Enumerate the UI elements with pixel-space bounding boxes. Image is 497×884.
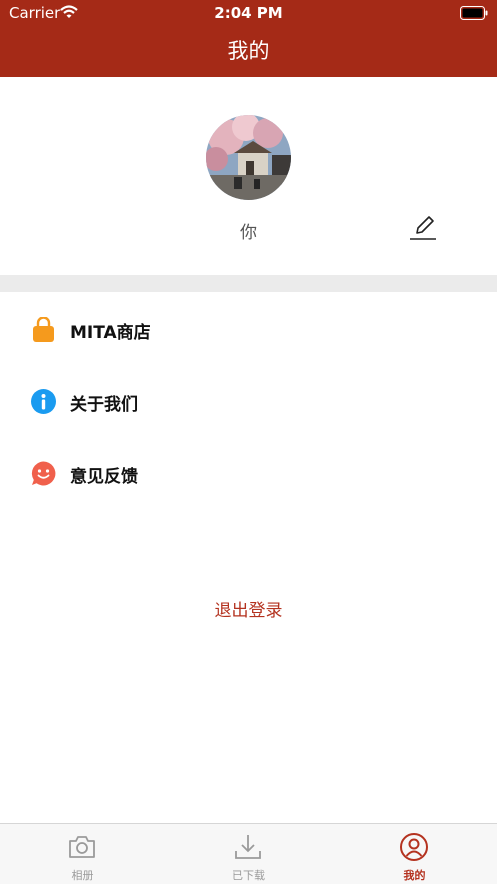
info-icon (31, 389, 56, 414)
user-circle-icon (399, 832, 429, 862)
menu-item-mita-store[interactable]: MITA商店 (0, 305, 497, 353)
camera-icon (67, 832, 97, 862)
battery-icon (460, 5, 488, 24)
logout-button[interactable]: 退出登录 (0, 596, 497, 621)
shopping-bag-icon (31, 316, 56, 342)
feedback-smile-icon (31, 461, 56, 486)
tab-downloaded[interactable]: 已下载 (166, 824, 331, 884)
download-icon (233, 832, 263, 862)
nav-bar: Carrier 2:04 PM 我的 (0, 0, 497, 77)
tab-label: 已下载 (232, 869, 265, 882)
profile-header: 你 (0, 77, 497, 275)
section-divider (0, 275, 497, 292)
menu-item-label: 意见反馈 (70, 467, 138, 487)
tab-album[interactable]: 相册 (0, 824, 165, 884)
avatar[interactable] (206, 115, 291, 200)
status-time: 2:04 PM (214, 4, 283, 22)
menu-item-about-us[interactable]: 关于我们 (0, 377, 497, 425)
menu-item-label: MITA商店 (70, 323, 151, 343)
status-bar: Carrier 2:04 PM (0, 0, 497, 26)
edit-pencil-icon[interactable] (407, 212, 437, 242)
menu-item-label: 关于我们 (70, 395, 138, 415)
tab-label: 相册 (71, 869, 94, 882)
tab-label: 我的 (403, 869, 426, 882)
page-title: 我的 (227, 39, 270, 63)
menu-item-feedback[interactable]: 意见反馈 (0, 449, 497, 497)
tab-bar: 相册 已下载 我的 (0, 823, 497, 884)
tab-mine[interactable]: 我的 (332, 824, 497, 884)
